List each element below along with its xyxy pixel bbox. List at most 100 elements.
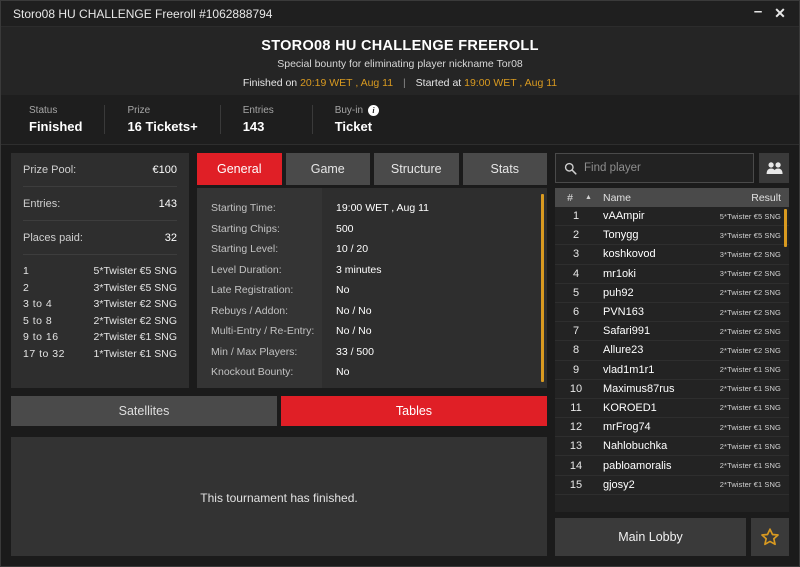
payout-row: 2 3*Twister €5 SNG <box>23 280 177 297</box>
player-rank: 13 <box>569 440 583 453</box>
tournament-subtitle: Special bounty for eliminating player ni… <box>277 57 523 70</box>
payout-prize: 3*Twister €5 SNG <box>93 281 177 294</box>
search-box[interactable] <box>555 153 754 183</box>
table-row[interactable]: 5 puh92 2*Twister €2 SNG <box>555 284 789 303</box>
table-row[interactable]: 4 mr1oki 3*Twister €2 SNG <box>555 265 789 284</box>
table-row[interactable]: 13 Nahlobuchka 2*Twister €1 SNG <box>555 437 789 457</box>
player-result: 3*Twister €2 SNG <box>719 249 781 259</box>
started-value: 19:00 WET , Aug 11 <box>464 76 558 89</box>
general-value: 10 / 20 <box>336 243 369 255</box>
players-button[interactable] <box>759 153 789 183</box>
search-row <box>555 153 789 183</box>
general-scrollbar[interactable] <box>541 194 544 382</box>
sort-ascending-icon[interactable]: ▲ <box>585 194 597 201</box>
tab-game[interactable]: Game <box>285 153 370 185</box>
player-list-scrollbar-thumb[interactable] <box>784 209 787 247</box>
prize-pool-row: Prize Pool: €100 <box>23 153 177 187</box>
player-rank: 14 <box>569 459 583 472</box>
player-name: mrFrog74 <box>603 421 651 434</box>
tab-bar: General Game Structure Stats <box>197 153 547 185</box>
player-rank: 2 <box>572 229 580 242</box>
general-scrollbar-thumb[interactable] <box>541 194 544 382</box>
finished-label: Finished on <box>242 76 298 89</box>
payout-prize: 3*Twister €2 SNG <box>93 298 177 310</box>
stat-entries-label: Entries <box>242 105 274 116</box>
player-list-header: # ▲ Name Result <box>555 188 789 207</box>
tab-general[interactable]: General <box>197 153 282 185</box>
main-lobby-button[interactable]: Main Lobby <box>555 518 746 556</box>
started-label: Started at <box>415 76 462 89</box>
stat-entries: Entries 143 <box>243 105 313 134</box>
table-row[interactable]: 3 koshkovod 3*Twister €2 SNG <box>555 245 789 265</box>
stat-status-value: Finished <box>29 119 83 134</box>
entries-label: Entries: <box>23 197 61 210</box>
table-row[interactable]: 10 Maximus87rus 2*Twister €1 SNG <box>555 380 789 399</box>
tab-satellites[interactable]: Satellites <box>11 396 277 426</box>
payout-place: 3 to 4 <box>23 298 53 310</box>
payout-prize: 1*Twister €1 SNG <box>93 347 177 360</box>
player-rank: 4 <box>572 267 580 280</box>
finished-value: 20:19 WET , Aug 11 <box>300 76 394 89</box>
table-row[interactable]: 7 Safari991 2*Twister €2 SNG <box>555 322 789 342</box>
payout-row: 1 5*Twister €5 SNG <box>23 263 177 280</box>
player-result: 2*Twister €2 SNG <box>719 326 781 336</box>
stat-buyin-label: Buy-in i <box>335 105 383 116</box>
column-header-result[interactable]: Result <box>751 192 781 204</box>
player-name: puh92 <box>603 286 634 299</box>
minimize-button[interactable]: – <box>747 3 769 25</box>
search-icon <box>564 162 577 175</box>
entries-row: Entries: 143 <box>23 187 177 221</box>
places-paid-label: Places paid: <box>23 231 83 244</box>
player-result: 2*Twister €1 SNG <box>719 403 781 413</box>
table-row[interactable]: 1 vAAmpir 5*Twister €5 SNG <box>555 207 789 227</box>
stat-status: Status Finished <box>29 105 106 134</box>
payout-prize: 5*Twister €5 SNG <box>93 265 177 277</box>
general-value: 19:00 WET , Aug 11 <box>336 202 430 214</box>
table-row[interactable]: 6 PVN163 2*Twister €2 SNG <box>555 303 789 323</box>
player-result: 2*Twister €1 SNG <box>719 441 781 451</box>
left-top-row: Prize Pool: €100 Entries: 143 Places pai… <box>11 153 547 388</box>
entries-value: 143 <box>158 197 177 210</box>
left-column: Prize Pool: €100 Entries: 143 Places pai… <box>11 153 547 556</box>
player-list-scrollbar[interactable] <box>784 209 787 510</box>
player-rank: 9 <box>572 363 580 376</box>
tab-tables[interactable]: Tables <box>281 396 547 426</box>
payout-place: 5 to 8 <box>23 314 53 327</box>
player-rank: 6 <box>572 306 580 319</box>
table-row[interactable]: 15 gjosy2 2*Twister €1 SNG <box>555 476 789 495</box>
table-row[interactable]: 2 Tonygg 3*Twister €5 SNG <box>555 226 789 246</box>
time-divider: | <box>403 76 406 89</box>
player-rank: 10 <box>569 382 583 395</box>
table-row[interactable]: 8 Allure23 2*Twister €2 SNG <box>555 341 789 361</box>
player-rank: 8 <box>572 344 580 357</box>
right-column: # ▲ Name Result 1 vAAmpir 5*Twister €5 S… <box>555 153 789 556</box>
table-row[interactable]: 11 KOROED1 2*Twister €1 SNG <box>555 399 789 419</box>
general-value: No <box>336 284 350 296</box>
player-result: 2*Twister €2 SNG <box>719 345 781 355</box>
info-icon[interactable]: i <box>368 105 380 116</box>
column-header-name[interactable]: Name <box>597 192 751 204</box>
table-row[interactable]: 12 mrFrog74 2*Twister €1 SNG <box>555 418 789 438</box>
tournament-times: Finished on 20:19 WET , Aug 11 | Started… <box>243 77 557 89</box>
prize-pool-panel: Prize Pool: €100 Entries: 143 Places pai… <box>11 153 189 388</box>
table-row[interactable]: 9 vlad1m1r1 2*Twister €1 SNG <box>555 361 789 380</box>
status-bar: Status Finished Prize 16 Tickets+ Entrie… <box>1 95 799 145</box>
stat-prize-label: Prize <box>127 105 151 116</box>
player-result: 2*Twister €2 SNG <box>719 307 781 317</box>
payout-place: 17 to 32 <box>23 347 65 360</box>
tab-structure[interactable]: Structure <box>374 153 459 185</box>
player-rank: 15 <box>569 478 583 491</box>
close-button[interactable]: ✕ <box>769 3 791 25</box>
stat-prize: Prize 16 Tickets+ <box>127 105 221 134</box>
general-label: Knockout Bounty: <box>211 366 294 378</box>
general-value: No / No <box>336 304 372 317</box>
player-name: vlad1m1r1 <box>603 363 655 376</box>
table-row[interactable]: 14 pabloamoralis 2*Twister €1 SNG <box>555 456 789 476</box>
prize-pool-label: Prize Pool: <box>23 163 77 176</box>
tab-stats[interactable]: Stats <box>462 153 547 185</box>
player-name: gjosy2 <box>603 478 635 491</box>
search-input[interactable] <box>584 162 745 174</box>
favorite-button[interactable] <box>751 518 789 556</box>
column-header-num[interactable]: # <box>555 192 585 204</box>
places-paid-value: 32 <box>164 231 177 244</box>
